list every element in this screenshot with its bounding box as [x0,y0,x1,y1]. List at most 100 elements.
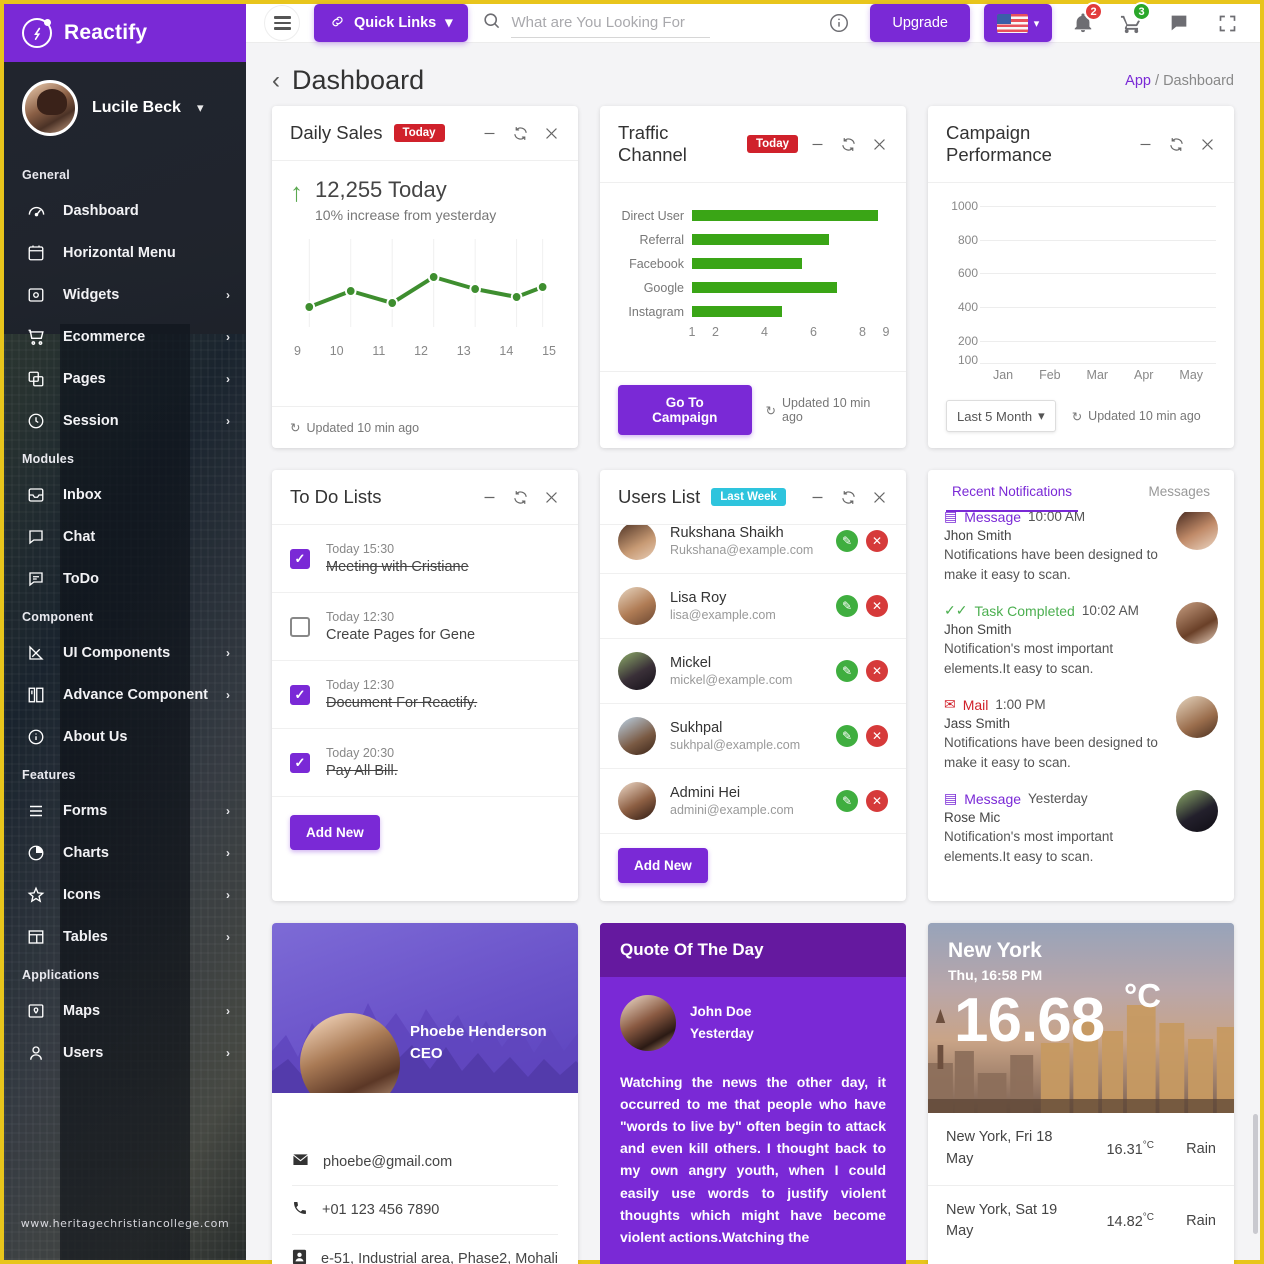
todo-checkbox[interactable]: ✓ [290,752,310,773]
close-icon[interactable] [543,125,560,142]
tab-recent-notifications[interactable]: Recent Notifications [946,484,1079,512]
sidebar-item-chat[interactable]: Chat [4,516,246,558]
list-item[interactable]: Mickel mickel@example.com ✎ ✕ [600,639,906,704]
cart-button[interactable]: 3 [1114,2,1151,40]
minimize-icon[interactable] [809,136,826,153]
quick-links-button[interactable]: Quick Links ▾ [314,4,469,42]
close-icon[interactable] [871,489,888,506]
user-name: Sukhpal [670,720,723,736]
sidebar-scroll[interactable]: Lucile Beck ▾ General Dashboard Horizont… [4,62,246,1260]
list-item[interactable]: ✉ Mail 1:00 PM Jass Smith Notifications … [944,688,1218,782]
close-circle-icon[interactable]: ✕ [866,595,888,617]
pencil-icon[interactable]: ✎ [836,790,858,812]
list-item[interactable]: ✓ Today 15:30 Meeting with Cristiane [272,525,578,593]
sidebar-profile[interactable]: Lucile Beck ▾ [4,62,246,158]
sidebar-item-charts[interactable]: Charts › [4,832,246,874]
minimize-icon[interactable] [481,125,498,142]
reload-icon[interactable] [840,136,857,153]
reload-icon[interactable] [1168,136,1185,153]
list-item[interactable]: Admini Hei admini@example.com ✎ ✕ [600,769,906,834]
close-icon[interactable] [543,489,560,506]
close-icon[interactable] [871,136,888,153]
sidebar-item-horizontal-menu[interactable]: Horizontal Menu [4,232,246,274]
sidebar-item-session[interactable]: Session › [4,400,246,442]
list-item[interactable]: ▤ Message 10:00 AM Jhon Smith Notificati… [944,512,1218,594]
page-scrollbar[interactable] [1253,1114,1258,1234]
close-circle-icon[interactable]: ✕ [866,725,888,747]
brand-header[interactable]: Reactify [4,4,246,62]
pencil-icon[interactable]: ✎ [836,530,858,552]
users-add-new-button[interactable]: Add New [618,848,708,883]
notification-list[interactable]: ▤ Message 10:00 AM Jhon Smith Notificati… [928,512,1234,877]
list-item[interactable]: ▤ Message Yesterday Rose Mic Notificatio… [944,782,1218,876]
todo-checkbox[interactable] [290,616,310,637]
period-select[interactable]: Last 5 Month ▾ [946,400,1056,432]
sidebar-item-users[interactable]: Users › [4,1032,246,1074]
sidebar-item-todo[interactable]: ToDo [4,558,246,600]
todo-checkbox[interactable]: ✓ [290,684,310,705]
notification-bell-button[interactable]: 2 [1066,2,1103,40]
minimize-icon[interactable] [1137,136,1154,153]
sidebar-item-ecommerce[interactable]: Ecommerce › [4,316,246,358]
sidebar-item-forms[interactable]: Forms › [4,790,246,832]
sidebar-item-ui-components[interactable]: UI Components › [4,632,246,674]
reload-icon[interactable] [840,489,857,506]
x-tick: Feb [1039,368,1061,382]
breadcrumb-app-link[interactable]: App [1125,73,1151,89]
sidebar-item-inbox[interactable]: Inbox [4,474,246,516]
hamburger-icon[interactable] [264,5,300,41]
pencil-icon[interactable]: ✎ [836,725,858,747]
language-selector[interactable]: ▾ [984,4,1052,42]
users-list[interactable]: Rukshana Shaikh Rukshana@example.com ✎ ✕… [600,525,906,834]
search-bar[interactable] [482,8,711,38]
dashboard-grid-row-1: Daily Sales Today ↑ 12,255 Today 10% inc… [246,106,1260,448]
quote-author: John Doe [690,1004,752,1020]
info-circle-icon[interactable] [822,6,856,40]
close-circle-icon[interactable]: ✕ [866,660,888,682]
go-to-campaign-button[interactable]: Go To Campaign [618,385,752,435]
list-item[interactable]: Sukhpal sukhpal@example.com ✎ ✕ [600,704,906,769]
pencil-icon[interactable]: ✎ [836,595,858,617]
sidebar-item-maps[interactable]: Maps › [4,990,246,1032]
message-icon[interactable] [1162,6,1196,40]
y-tick: 200 [957,333,978,348]
tab-messages[interactable]: Messages [1142,484,1216,512]
close-circle-icon[interactable]: ✕ [866,790,888,812]
todo-add-new-button[interactable]: Add New [290,815,380,850]
chevron-down-icon[interactable]: ▾ [197,100,204,116]
notification-text: Notification's most important elements.I… [944,829,1114,864]
sidebar-item-dashboard[interactable]: Dashboard [4,190,246,232]
list-item[interactable]: ✓ Today 12:30 Document For Reactify. [272,661,578,729]
list-item[interactable]: Rukshana Shaikh Rukshana@example.com ✎ ✕ [600,525,906,574]
weather-hero: New York Thu, 16:58 PM 16.68 °C [928,923,1234,1113]
close-icon[interactable] [1199,136,1216,153]
todo-checkbox[interactable]: ✓ [290,548,310,569]
pie-chart-icon [26,843,46,863]
list-item[interactable]: Lisa Roy lisa@example.com ✎ ✕ [600,574,906,639]
card-header: Campaign Performance [928,106,1234,183]
sidebar-item-advance-component[interactable]: Advance Component › [4,674,246,716]
list-item[interactable]: ✓✓ Task Completed 10:02 AM Jhon Smith No… [944,594,1218,688]
notification-author: Jass Smith [944,716,1011,732]
sidebar-section-general: General [22,168,70,182]
forecast-temp: 14.82°C [1082,1212,1154,1230]
list-item[interactable]: Today 12:30 Create Pages for Gene [272,593,578,661]
sidebar-item-label: Ecommerce [63,329,146,345]
pencil-icon[interactable]: ✎ [836,660,858,682]
sidebar-item-about-us[interactable]: About Us [4,716,246,758]
minimize-icon[interactable] [481,489,498,506]
sidebar-item-pages[interactable]: Pages › [4,358,246,400]
list-item[interactable]: ✓ Today 20:30 Pay All Bill. [272,729,578,797]
close-circle-icon[interactable]: ✕ [866,530,888,552]
sidebar-item-icons[interactable]: Icons › [4,874,246,916]
sidebar-item-tables[interactable]: Tables › [4,916,246,958]
fullscreen-icon[interactable] [1210,6,1244,40]
message-icon: ▤ [944,512,958,524]
chevron-left-icon[interactable]: ‹ [272,68,280,93]
upgrade-button[interactable]: Upgrade [870,4,970,42]
sidebar-item-widgets[interactable]: Widgets › [4,274,246,316]
minimize-icon[interactable] [809,489,826,506]
reload-icon[interactable] [512,125,529,142]
reload-icon[interactable] [512,489,529,506]
search-input[interactable] [511,8,711,38]
